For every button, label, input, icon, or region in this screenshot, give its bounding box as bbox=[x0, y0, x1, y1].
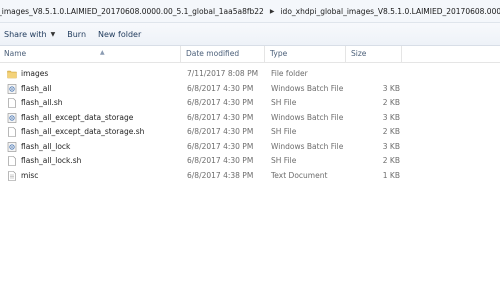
file-date: 6/8/2017 4:38 PM bbox=[187, 170, 254, 180]
batch-file-icon bbox=[7, 141, 17, 152]
file-row[interactable]: flash_all_lock 6/8/2017 4:30 PM Windows … bbox=[0, 140, 500, 155]
file-name: flash_all.sh bbox=[21, 98, 63, 107]
share-with-button[interactable]: Share with ▼ bbox=[0, 25, 61, 43]
file-row[interactable]: images 7/11/2017 8:08 PM File folder bbox=[0, 67, 500, 82]
new-folder-label: New folder bbox=[98, 29, 142, 39]
file-type: Windows Batch File bbox=[271, 112, 344, 122]
file-icon bbox=[8, 98, 16, 108]
file-row[interactable]: flash_all_except_data_storage 6/8/2017 4… bbox=[0, 111, 500, 126]
command-bar: Share with ▼ Burn New folder bbox=[0, 23, 500, 46]
file-size: 3 KB bbox=[382, 83, 400, 93]
file-name: flash_all_except_data_storage bbox=[21, 112, 134, 122]
column-header-size[interactable]: Size bbox=[347, 46, 402, 62]
file-name: misc bbox=[21, 170, 39, 180]
file-row[interactable]: misc 6/8/2017 4:38 PM Text Document 1 KB bbox=[0, 169, 500, 184]
file-type: SH File bbox=[271, 156, 297, 165]
file-name: images bbox=[21, 69, 49, 78]
breadcrumb-item[interactable]: _images_V8.5.1.0.LAIMIED_20170608.0000.0… bbox=[0, 7, 267, 16]
file-type: Windows Batch File bbox=[271, 141, 344, 151]
file-size: 2 KB bbox=[382, 156, 400, 165]
breadcrumb-item[interactable]: ido_xhdpi_global_images_V8.5.1.0.LAIMIED… bbox=[277, 7, 500, 16]
file-row[interactable]: flash_all.sh 6/8/2017 4:30 PM SH File 2 … bbox=[0, 96, 500, 111]
column-headers: ▲ Name Date modified Type Size bbox=[0, 46, 500, 63]
new-folder-button[interactable]: New folder bbox=[92, 25, 147, 43]
folder-icon bbox=[7, 70, 17, 79]
column-header-label: Date modified bbox=[186, 49, 240, 58]
batch-file-icon bbox=[7, 83, 17, 94]
column-header-label: Name bbox=[4, 49, 27, 58]
file-date: 6/8/2017 4:30 PM bbox=[187, 156, 254, 165]
burn-button[interactable]: Burn bbox=[61, 25, 92, 43]
file-size: 1 KB bbox=[382, 170, 400, 180]
file-list: images 7/11/2017 8:08 PM File folder fla… bbox=[0, 67, 500, 183]
chevron-down-icon: ▼ bbox=[50, 30, 56, 38]
batch-file-icon bbox=[7, 112, 17, 123]
file-icon bbox=[8, 156, 16, 166]
file-date: 6/8/2017 4:30 PM bbox=[187, 141, 254, 151]
file-name: flash_all_except_data_storage.sh bbox=[21, 127, 145, 136]
file-type: SH File bbox=[271, 98, 297, 107]
file-name: flash_all_lock bbox=[21, 141, 71, 151]
file-date: 7/11/2017 8:08 PM bbox=[187, 69, 259, 78]
file-size: 3 KB bbox=[382, 112, 400, 122]
file-name: flash_all_lock.sh bbox=[21, 156, 82, 165]
breadcrumb: _images_V8.5.1.0.LAIMIED_20170608.0000.0… bbox=[0, 0, 500, 23]
file-date: 6/8/2017 4:30 PM bbox=[187, 83, 254, 93]
file-row[interactable]: flash_all 6/8/2017 4:30 PM Windows Batch… bbox=[0, 82, 500, 97]
file-type: File folder bbox=[271, 69, 308, 78]
column-header-label: Type bbox=[270, 49, 288, 58]
file-date: 6/8/2017 4:30 PM bbox=[187, 127, 254, 136]
burn-label: Burn bbox=[67, 29, 87, 39]
file-date: 6/8/2017 4:30 PM bbox=[187, 112, 254, 122]
file-size: 2 KB bbox=[382, 98, 400, 107]
column-header-label: Size bbox=[351, 49, 367, 58]
file-type: SH File bbox=[271, 127, 297, 136]
file-size: 2 KB bbox=[382, 127, 400, 136]
file-size: 3 KB bbox=[382, 141, 400, 151]
column-header-date[interactable]: Date modified bbox=[182, 46, 265, 62]
file-row[interactable]: flash_all_except_data_storage.sh 6/8/201… bbox=[0, 125, 500, 140]
file-row[interactable]: flash_all_lock.sh 6/8/2017 4:30 PM SH Fi… bbox=[0, 154, 500, 169]
file-type: Text Document bbox=[271, 170, 328, 180]
file-date: 6/8/2017 4:30 PM bbox=[187, 98, 254, 107]
file-type: Windows Batch File bbox=[271, 83, 344, 93]
text-file-icon bbox=[8, 170, 16, 181]
file-icon bbox=[8, 127, 16, 137]
file-name: flash_all bbox=[21, 83, 52, 93]
share-with-label: Share with bbox=[4, 29, 47, 39]
column-header-type[interactable]: Type bbox=[266, 46, 346, 62]
breadcrumb-separator-icon[interactable]: ▶ bbox=[267, 8, 278, 15]
column-header-name[interactable]: Name bbox=[0, 46, 181, 62]
